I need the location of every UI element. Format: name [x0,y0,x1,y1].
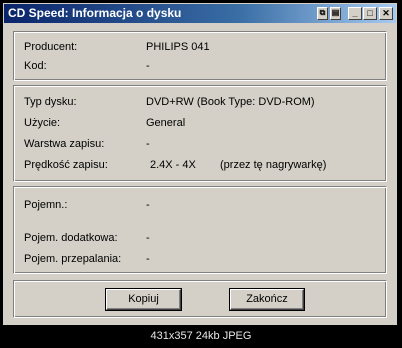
minimize-button[interactable]: _ [348,7,362,20]
close-window-button[interactable]: ✕ [379,7,393,20]
producer-label: Producent: [24,41,78,53]
write-speed-label: Prędkość zapisu: [24,159,108,171]
disc-info-group: Typ dysku: DVD+RW (Book Type: DVD-ROM) U… [13,85,387,182]
save-icon[interactable]: ▤ [330,7,341,20]
extra-capacity-label: Pojem. dodatkowa: [24,232,118,244]
usage-label: Użycie: [24,117,61,129]
maximize-button[interactable]: □ [363,7,377,20]
write-layer-label: Warstwa zapisu: [24,138,105,150]
code-value: - [146,60,150,72]
capacity-info-group: Pojemn.: - Pojem. dodatkowa: - Pojem. pr… [13,186,387,274]
disc-type-value: DVD+RW (Book Type: DVD-ROM) [146,96,315,108]
drive-info-group: Producent: PHILIPS 041 Kod: - [13,31,387,81]
screenshot-frame: CD Speed: Informacja o dysku ⧉ ▤ _ □ ✕ P… [0,0,402,348]
write-layer-value: - [146,138,150,150]
image-caption: 431x357 24kb JPEG [150,330,252,342]
extra-capacity-value: - [146,232,150,244]
capacity-label: Pojemn.: [24,199,68,211]
window-title: CD Speed: Informacja o dysku [8,6,182,20]
usage-value: General [146,117,186,129]
dialog-window: CD Speed: Informacja o dysku ⧉ ▤ _ □ ✕ P… [2,2,398,326]
copy-button[interactable]: Kopiuj [106,289,181,310]
overburn-capacity-value: - [146,253,150,265]
title-bar[interactable]: CD Speed: Informacja o dysku ⧉ ▤ _ □ ✕ [4,4,396,23]
write-speed-note: (przez tę nagrywarkę) [220,159,327,171]
capacity-value: - [146,199,150,211]
producer-value: PHILIPS 041 [146,41,210,53]
overburn-capacity-label: Pojem. przepalania: [24,253,122,265]
disc-type-label: Typ dysku: [24,96,77,108]
finish-button[interactable]: Zakończ [230,289,304,310]
copy-icon[interactable]: ⧉ [317,7,328,20]
code-label: Kod: [24,60,47,72]
write-speed-value: 2.4X - 4X [150,159,196,171]
button-bar: Kopiuj Zakończ [13,280,387,318]
